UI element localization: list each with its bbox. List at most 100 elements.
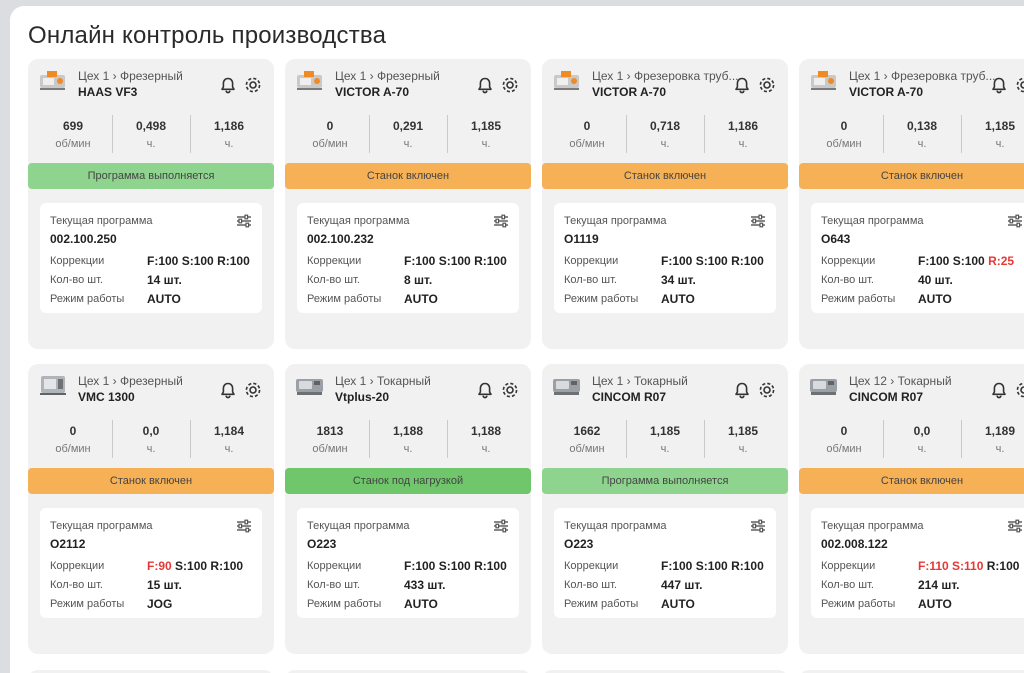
mode-label: Режим работы [50, 293, 125, 305]
metric-value: 1,188 [470, 424, 502, 438]
correction-r: R:25 [988, 254, 1015, 268]
bell-icon[interactable] [991, 382, 1007, 400]
sliders-icon[interactable] [1007, 214, 1023, 228]
workshop-breadcrumb: Цех 1 › Фрезерный [78, 374, 183, 388]
metric-1: 1662 об/мин [548, 424, 626, 455]
metric-1: 0 об/мин [805, 424, 883, 455]
machine-model: Vtplus-20 [335, 390, 390, 404]
status-badge: Программа выполняется [28, 163, 274, 189]
metric-3: 1,185 ч. [447, 119, 525, 150]
metric-divider [961, 115, 962, 153]
machine-model: VICTOR A-70 [849, 85, 924, 99]
machine-card[interactable]: Цех 12 › Токарный CINCOM R07 0 об/мин 0,0 ч. 1… [799, 364, 1024, 654]
metric-value: 1,188 [392, 424, 424, 438]
bell-icon[interactable] [991, 77, 1007, 95]
metric-value: 0,291 [392, 119, 424, 133]
gear-icon[interactable] [501, 381, 519, 399]
card-header: Цех 1 › Фрезерный VICTOR A-70 [285, 59, 531, 103]
machine-card[interactable]: Цех 1 › Фрезерный VMC 1300 0 об/мин 0,0 ч. 1,1… [28, 364, 274, 654]
metric-unit: ч. [224, 443, 234, 455]
metric-3: 1,189 ч. [961, 424, 1024, 455]
machine-model: HAAS VF3 [78, 85, 138, 99]
metric-value: 1,186 [213, 119, 245, 133]
program-value: O1119 [564, 232, 599, 246]
mode-label: Режим работы [564, 293, 639, 305]
workshop-breadcrumb: Цех 1 › Фрезерный [78, 69, 183, 83]
metric-divider [704, 420, 705, 458]
machine-card[interactable]: Цех 1 › Токарный CINCOM R07 1662 об/мин 1,18… [542, 364, 788, 654]
machine-card[interactable]: Цех 1 › Токарный Vtplus-20 1813 об/мин 1,188… [285, 364, 531, 654]
correction-r: R:100 [217, 254, 250, 268]
metric-unit: ч. [660, 443, 670, 455]
metric-divider [190, 115, 191, 153]
metric-divider [447, 420, 448, 458]
bell-icon[interactable] [734, 77, 750, 95]
machine-card[interactable]: Цех 1 › Фрезерный VICTOR A-70 0 об/мин 0,291… [285, 59, 531, 349]
metric-unit: ч. [917, 138, 927, 150]
metric-divider [883, 420, 884, 458]
correction-r: R:100 [986, 559, 1020, 573]
gear-icon[interactable] [758, 76, 776, 94]
metric-unit: ч. [660, 138, 670, 150]
machine-card[interactable]: Цех 1 › Фрезеровка труб... VICTOR A-70 0 об… [542, 59, 788, 349]
metric-unit: ч. [917, 443, 927, 455]
quantity-value: 15 шт. [147, 578, 182, 592]
bell-icon[interactable] [734, 382, 750, 400]
program-panel: Текущая программа O223 Коррекции F:100 S:10… [297, 508, 519, 618]
machine-model: VMC 1300 [78, 390, 135, 404]
metric-3: 1,186 ч. [190, 119, 268, 150]
gear-icon[interactable] [501, 76, 519, 94]
machine-card[interactable]: Цех 1 › Фрезеровка труб... VICTOR A-70 0 об… [799, 59, 1024, 349]
mode-value: AUTO [918, 597, 952, 611]
metric-value: 0,0 [142, 424, 160, 438]
metric-value: 0,138 [906, 119, 938, 133]
gear-icon[interactable] [1015, 381, 1024, 399]
corrections-value: F:100 S:100 R:100 [404, 254, 507, 268]
program-label: Текущая программа [307, 215, 410, 227]
sliders-icon[interactable] [236, 519, 252, 533]
metric-2: 0,0 ч. [112, 424, 190, 455]
correction-f: F:100 [661, 559, 693, 573]
program-value: 002.008.122 [821, 537, 888, 551]
mode-label: Режим работы [307, 598, 382, 610]
machine-card[interactable]: Цех 1 › Фрезерный HAAS VF3 699 об/мин 0,498 ч… [28, 59, 274, 349]
corrections-value: F:110 S:110 R:100 [918, 559, 1019, 573]
correction-r: R:100 [731, 254, 764, 268]
sliders-icon[interactable] [236, 214, 252, 228]
gear-icon[interactable] [1015, 76, 1024, 94]
program-value: O643 [821, 232, 851, 246]
sliders-icon[interactable] [493, 214, 509, 228]
gear-icon[interactable] [244, 381, 262, 399]
program-label: Текущая программа [307, 520, 410, 532]
metric-value: 1662 [573, 424, 601, 438]
bell-icon[interactable] [477, 382, 493, 400]
workshop-breadcrumb: Цех 12 › Токарный [849, 374, 952, 388]
sliders-icon[interactable] [750, 214, 766, 228]
program-label: Текущая программа [821, 215, 924, 227]
mill-icon [809, 69, 839, 91]
mode-label: Режим работы [50, 598, 125, 610]
mill-icon [38, 69, 68, 91]
sliders-icon[interactable] [493, 519, 509, 533]
metric-unit: ч. [403, 443, 413, 455]
bell-icon[interactable] [220, 77, 236, 95]
metric-value: 0 [69, 424, 77, 438]
corrections-value: F:100 S:100 R:100 [661, 254, 764, 268]
sliders-icon[interactable] [1007, 519, 1023, 533]
metric-divider [369, 115, 370, 153]
gear-icon[interactable] [758, 381, 776, 399]
program-panel: Текущая программа O1119 Коррекции F:100 S:1… [554, 203, 776, 313]
program-panel: Текущая программа 002.008.122 Коррекции F:1… [811, 508, 1024, 618]
quantity-value: 433 шт. [404, 578, 446, 592]
card-header: Цех 1 › Токарный CINCOM R07 [542, 364, 788, 408]
sliders-icon[interactable] [750, 519, 766, 533]
mode-value: AUTO [404, 292, 438, 306]
status-badge: Станок включен [799, 163, 1024, 189]
bell-icon[interactable] [477, 77, 493, 95]
gear-icon[interactable] [244, 76, 262, 94]
correction-f: F:100 [404, 559, 436, 573]
card-header: Цех 1 › Токарный Vtplus-20 [285, 364, 531, 408]
bell-icon[interactable] [220, 382, 236, 400]
correction-s: S:100 [438, 559, 471, 573]
status-badge: Станок под нагрузкой [285, 468, 531, 494]
